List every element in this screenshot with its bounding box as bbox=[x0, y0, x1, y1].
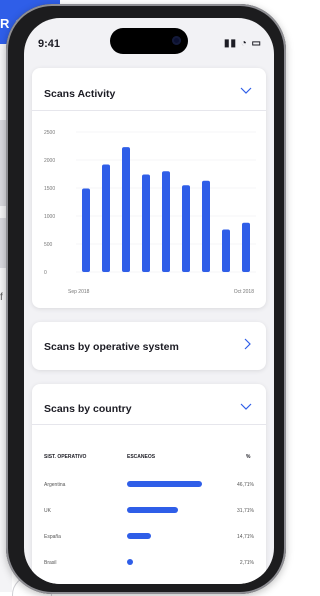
chart-bar[interactable] bbox=[102, 164, 110, 272]
phone-frame: 9:41 ▮▮ ◔ ▭ Scans Activity 0 500 1000 1500 2… bbox=[6, 4, 286, 594]
country-name: España bbox=[44, 534, 61, 540]
country-percent: 14,71% bbox=[237, 534, 254, 540]
y-tick-label: 0 bbox=[44, 270, 47, 276]
scans-os-card[interactable]: Scans by operative system bbox=[32, 322, 266, 370]
scans-bar bbox=[127, 481, 202, 487]
scans-activity-chart: 0 500 1000 1500 2000 2500 Sep 2018 Oct 2018 bbox=[44, 130, 256, 295]
country-name: UK bbox=[44, 508, 51, 514]
column-header-scans: ESCANEOS bbox=[127, 454, 156, 460]
scans-bar bbox=[127, 507, 178, 513]
chart-bar[interactable] bbox=[122, 147, 130, 272]
y-tick-label: 1500 bbox=[44, 186, 55, 192]
chevron-down-icon[interactable] bbox=[240, 402, 252, 414]
x-tick-label: Oct 2018 bbox=[234, 289, 255, 295]
y-tick-label: 2500 bbox=[44, 130, 55, 136]
y-tick-label: 500 bbox=[44, 242, 53, 248]
camera-icon bbox=[172, 36, 181, 45]
y-tick-label: 2000 bbox=[44, 158, 55, 164]
x-tick-label: Sep 2018 bbox=[68, 289, 90, 295]
column-header-os: SIST. OPERATIVO bbox=[44, 454, 87, 460]
scans-activity-card: Scans Activity 0 500 1000 1500 2000 2500 Sep 2… bbox=[32, 68, 266, 308]
country-name: Argentina bbox=[44, 482, 66, 488]
status-time: 9:41 bbox=[38, 38, 61, 50]
background-text: f bbox=[0, 292, 3, 303]
scans-bar bbox=[127, 533, 151, 539]
phone-screen: 9:41 ▮▮ ◔ ▭ Scans Activity 0 500 1000 1500 2… bbox=[24, 18, 274, 584]
chart-bar[interactable] bbox=[182, 185, 190, 272]
chart-bar[interactable] bbox=[222, 229, 230, 272]
scans-country-card: Scans by country SIST. OPERATIVO ESCANEO… bbox=[32, 384, 266, 584]
y-tick-label: 1000 bbox=[44, 214, 55, 220]
country-percent: 31,71% bbox=[237, 508, 254, 514]
chart-bar[interactable] bbox=[202, 180, 210, 272]
country-percent: 2,71% bbox=[239, 560, 254, 566]
chart-bar[interactable] bbox=[142, 174, 150, 272]
chart-bar[interactable] bbox=[162, 171, 170, 272]
chart-bar[interactable] bbox=[242, 222, 250, 272]
country-percent: 46,71% bbox=[237, 482, 254, 488]
chevron-right-icon[interactable] bbox=[244, 338, 252, 353]
dynamic-island bbox=[110, 28, 188, 54]
card-divider bbox=[32, 424, 266, 425]
scans-os-title: Scans by operative system bbox=[44, 341, 179, 353]
country-name: Brasil bbox=[44, 560, 57, 566]
chart-bar[interactable] bbox=[82, 188, 90, 272]
scans-bar bbox=[127, 559, 133, 565]
scans-country-title: Scans by country bbox=[44, 403, 132, 415]
column-header-percent: % bbox=[246, 454, 251, 460]
status-icons: ▮▮ ◔ ▭ bbox=[223, 38, 262, 49]
